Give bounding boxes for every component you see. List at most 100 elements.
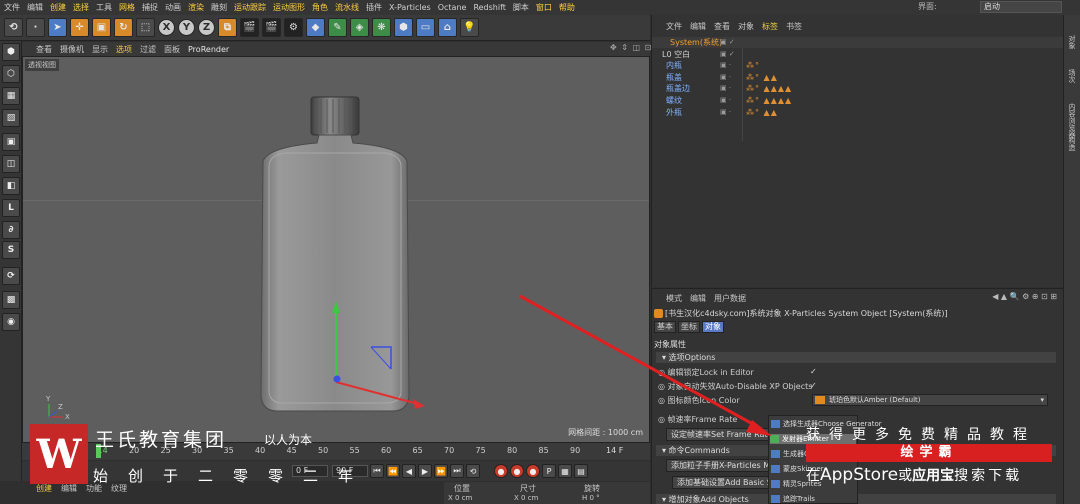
object-menu-2[interactable]: 查看 — [714, 21, 730, 32]
coord-rotation-h[interactable]: H 0 ° — [582, 494, 600, 502]
visibility-toggles[interactable]: ▣ · — [720, 95, 731, 106]
menu-item-12[interactable]: 角色 — [312, 2, 328, 13]
menu-item-19[interactable]: 窗口 — [536, 2, 552, 13]
icon-color-select[interactable]: 琥珀色默认Amber (Default) ▾ — [812, 394, 1048, 406]
add-basic-setup-button[interactable]: 添加基础设置Add Basic Se — [672, 476, 782, 489]
tweak-icon[interactable]: ∂ — [2, 221, 20, 239]
play-icon[interactable]: ▶ — [418, 464, 432, 478]
object-menu-0[interactable]: 文件 — [666, 21, 682, 32]
timeline-icon[interactable]: ▤ — [574, 464, 588, 478]
menu-item-3[interactable]: 选择 — [73, 2, 89, 13]
object-tags[interactable]: ⁂° — [746, 60, 760, 71]
render-picture-icon[interactable]: 🎬 — [262, 18, 281, 37]
material-menu-0[interactable]: 创建 — [36, 483, 52, 494]
quantize-icon[interactable]: ⟳ — [2, 267, 20, 285]
menu-item-13[interactable]: 流水线 — [335, 2, 359, 13]
model-mode-icon[interactable]: ⬡ — [2, 65, 20, 83]
render-view-icon[interactable]: 🎬 — [240, 18, 259, 37]
dropdown-item[interactable]: 追踪Trails — [771, 494, 815, 504]
object-menu-1[interactable]: 编辑 — [690, 21, 706, 32]
visibility-toggles[interactable]: ▣ · — [720, 60, 731, 71]
object-menu-3[interactable]: 对象 — [738, 21, 754, 32]
menu-item-17[interactable]: Redshift — [473, 3, 505, 12]
record-icon[interactable]: ● — [494, 464, 508, 478]
interface-select[interactable]: 启动 — [980, 1, 1062, 13]
menu-item-1[interactable]: 编辑 — [27, 2, 43, 13]
viewport-menu-1[interactable]: 摄像机 — [60, 44, 84, 55]
menu-item-6[interactable]: 捕捉 — [142, 2, 158, 13]
coord-position-x[interactable]: X 0 cm — [448, 494, 472, 502]
menu-item-8[interactable]: 渲染 — [188, 2, 204, 13]
viewport-menu-2[interactable]: 显示 — [92, 44, 108, 55]
viewport-menu-4[interactable]: 过滤 — [140, 44, 156, 55]
object-tags[interactable]: ⁂° ▲▲▲▲ — [746, 83, 792, 94]
workplane-icon[interactable]: ▨ — [2, 109, 20, 127]
z-axis-icon[interactable]: Z — [198, 19, 215, 36]
undo-icon[interactable]: ⟲ — [4, 18, 23, 37]
object-tags[interactable]: ⁂° ▲▲ — [746, 72, 778, 83]
move-icon[interactable]: ✛ — [70, 18, 89, 37]
menu-item-16[interactable]: Octane — [438, 3, 467, 12]
auto-disable-checkbox[interactable]: ✓ — [810, 381, 817, 390]
viewport-nav-icons[interactable]: ✥ ⇕ ◫ ⊡ — [610, 43, 652, 52]
side-tab-1[interactable]: 场次 — [1067, 69, 1077, 83]
render-settings-icon[interactable]: ⚙ — [284, 18, 303, 37]
menu-item-18[interactable]: 脚本 — [513, 2, 529, 13]
x-axis-icon[interactable]: X — [158, 19, 175, 36]
object-row[interactable]: 瓶盖 ▣ · ⁂° ▲▲ — [652, 72, 1064, 83]
menu-item-15[interactable]: X-Particles — [389, 3, 431, 12]
coordinate-system-icon[interactable]: ⧉ — [218, 18, 237, 37]
viewport-menu-0[interactable]: 查看 — [36, 44, 52, 55]
points-mode-icon[interactable]: ▣ — [2, 133, 20, 151]
cloner-icon[interactable]: ❋ — [372, 18, 391, 37]
y-axis-icon[interactable]: Y — [178, 19, 195, 36]
menu-item-5[interactable]: 网格 — [119, 2, 135, 13]
coord-size-x[interactable]: X 0 cm — [514, 494, 538, 502]
attribute-nav-icons[interactable]: ◀ ▲ 🔍 ⚙ ⊕ ⊡ ⊞ — [992, 292, 1057, 301]
light-icon[interactable]: 💡 — [460, 18, 479, 37]
visibility-toggles[interactable]: ▣ · — [720, 72, 731, 83]
side-tab-2[interactable]: 内容浏览器 — [1067, 103, 1077, 138]
snap-icon[interactable]: S — [2, 241, 20, 259]
texture-mode-icon[interactable]: ▦ — [2, 87, 20, 105]
attribute-tab-1[interactable]: 坐标 — [678, 321, 700, 333]
set-frame-rate-button[interactable]: 设定帧速率Set Frame Rate — [666, 428, 778, 441]
visibility-toggles[interactable]: ▣ · — [720, 107, 731, 118]
attribute-tab-0[interactable]: 基本 — [654, 321, 676, 333]
visibility-toggles[interactable]: ▣ ✓ — [720, 37, 735, 48]
lock-in-editor-checkbox[interactable]: ✓ — [810, 367, 817, 376]
side-tab-3[interactable]: 构造 — [1067, 137, 1077, 151]
parameter-icon[interactable]: P — [542, 464, 556, 478]
menu-item-10[interactable]: 运动跟踪 — [234, 2, 266, 13]
object-row[interactable]: 外瓶 ▣ · ⁂° ▲▲ — [652, 107, 1064, 118]
live-select-icon[interactable]: ⬚ — [136, 18, 155, 37]
object-row[interactable]: 螺纹 ▣ · ⁂° ▲▲▲▲ — [652, 95, 1064, 106]
object-row[interactable]: System(系统) ▣ ✓ — [652, 37, 1064, 48]
menu-item-4[interactable]: 工具 — [96, 2, 112, 13]
bottle-model[interactable]: Y X Z — [23, 57, 650, 443]
viewport-menu-3[interactable]: 选项 — [116, 44, 132, 55]
add-xp-manual-button[interactable]: 添加粒子手册X-Particles Ma — [666, 459, 781, 472]
attribute-menu-1[interactable]: 编辑 — [690, 293, 706, 304]
viewport-menu-5[interactable]: 面板 — [164, 44, 180, 55]
attribute-tab-2[interactable]: 对象 — [702, 321, 724, 333]
pen-icon[interactable]: ✎ — [328, 18, 347, 37]
menu-item-20[interactable]: 帮助 — [559, 2, 575, 13]
rotate-icon[interactable]: ↻ — [114, 18, 133, 37]
autokey-icon[interactable]: ● — [510, 464, 524, 478]
deformer-icon[interactable]: ⬢ — [394, 18, 413, 37]
grid-icon[interactable]: ▦ — [558, 464, 572, 478]
side-tab-0[interactable]: 对象 — [1067, 35, 1077, 49]
edges-mode-icon[interactable]: ◫ — [2, 155, 20, 173]
object-row[interactable]: L0 空白 ▣ ✓ — [652, 49, 1064, 60]
object-row[interactable]: 瓶盖边 ▣ · ⁂° ▲▲▲▲ — [652, 83, 1064, 94]
object-row[interactable]: 内瓶 ▣ · ⁂° — [652, 60, 1064, 71]
polygons-mode-icon[interactable]: ◧ — [2, 177, 20, 195]
attribute-menu-2[interactable]: 用户数据 — [714, 293, 746, 304]
prev-key-icon[interactable]: ⏪ — [386, 464, 400, 478]
enable-axis-icon[interactable]: L — [2, 199, 20, 217]
subdivision-icon[interactable]: ◈ — [350, 18, 369, 37]
group-options[interactable]: ▾ 选项Options — [656, 352, 1056, 363]
cube-icon[interactable]: ◆ — [306, 18, 325, 37]
solo-icon[interactable]: ▩ — [2, 291, 20, 309]
